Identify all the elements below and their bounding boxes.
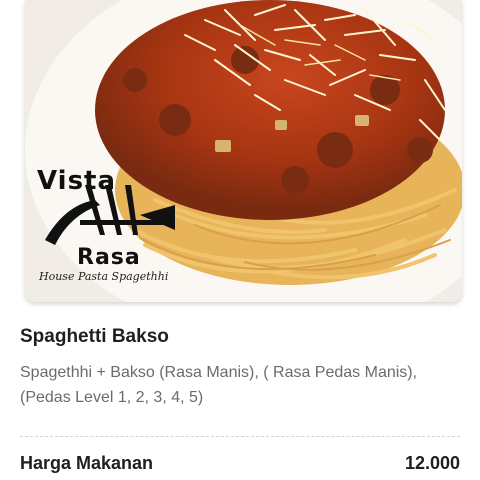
item-description: Spagethhi + Bakso (Rasa Manis), ( Rasa P… [20, 364, 418, 406]
price-label: Harga Makanan [20, 453, 154, 473]
logo-vista-text: Vista [37, 166, 117, 196]
food-photo: Vista Rasa House Pasta Spagethhi [25, 0, 462, 302]
item-title: Spaghetti Bakso [20, 326, 169, 347]
dashed-divider [20, 436, 460, 437]
menu-item-detail: Vista Rasa House Pasta Spagethhi Spaghet… [0, 0, 480, 480]
logo-tagline: House Pasta Spagethhi [39, 270, 169, 283]
price-value: 12.000 [404, 453, 460, 473]
logo-rasa-text: Rasa [77, 245, 141, 270]
